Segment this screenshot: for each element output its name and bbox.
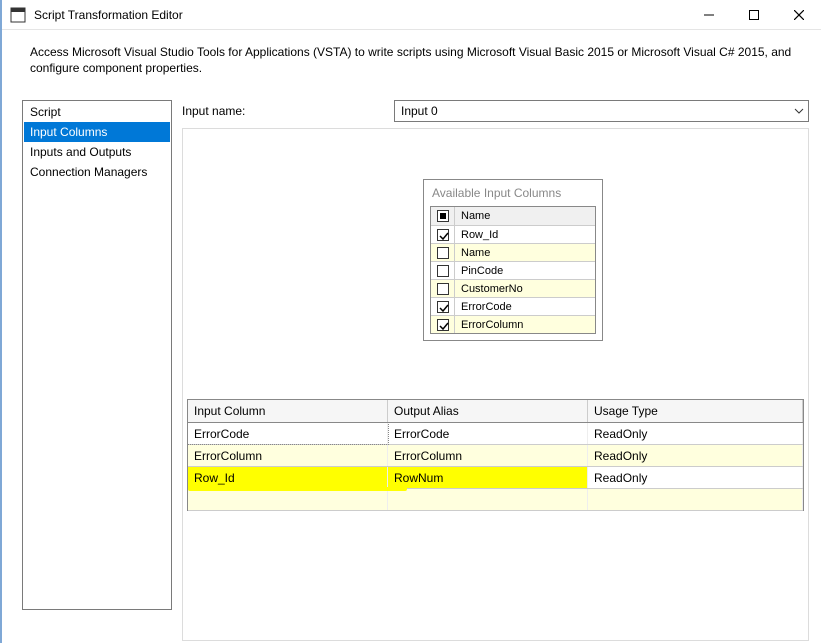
available-column-label: PinCode	[455, 262, 595, 279]
available-columns-title: Available Input Columns	[424, 180, 602, 206]
available-column-label: ErrorColumn	[455, 316, 595, 333]
window-title: Script Transformation Editor	[34, 8, 686, 22]
available-columns-grid: Name Row_Id Name PinCode	[430, 206, 596, 334]
cell-output-alias[interactable]	[388, 489, 588, 510]
input-name-label: Input name:	[182, 104, 394, 118]
nav-panel: Script Input Columns Inputs and Outputs …	[22, 100, 172, 610]
nav-item-script[interactable]: Script	[24, 102, 170, 122]
input-name-value: Input 0	[401, 104, 438, 118]
header-output-alias[interactable]: Output Alias	[388, 400, 588, 422]
cell-usage-type[interactable]: ReadOnly	[588, 467, 803, 488]
header-usage-type[interactable]: Usage Type	[588, 400, 803, 422]
checkbox[interactable]	[437, 229, 449, 241]
table-row-empty[interactable]	[188, 489, 803, 511]
cell-usage-type[interactable]: ReadOnly	[588, 423, 803, 444]
description-text: Access Microsoft Visual Studio Tools for…	[2, 30, 821, 100]
cell-input-column[interactable]: ErrorColumn	[188, 445, 388, 466]
cell-input-column[interactable]: ErrorCode	[188, 423, 388, 444]
nav-item-connection-managers[interactable]: Connection Managers	[24, 162, 170, 182]
selected-columns-table: Input Column Output Alias Usage Type Err…	[187, 399, 804, 511]
cell-usage-type[interactable]	[588, 489, 803, 510]
available-columns-header-row: Name	[431, 207, 595, 225]
available-column-label: ErrorCode	[455, 298, 595, 315]
available-column-row[interactable]: ErrorCode	[431, 297, 595, 315]
titlebar: Script Transformation Editor	[2, 0, 821, 30]
available-column-label: Name	[455, 244, 595, 261]
maximize-button[interactable]	[731, 0, 776, 30]
minimize-button[interactable]	[686, 0, 731, 30]
available-column-row[interactable]: PinCode	[431, 261, 595, 279]
cell-usage-type[interactable]: ReadOnly	[588, 445, 803, 466]
table-row[interactable]: Row_Id RowNum ReadOnly	[188, 467, 803, 489]
checkbox[interactable]	[437, 247, 449, 259]
available-columns-panel: Available Input Columns Name Row_Id	[423, 179, 603, 341]
chevron-down-icon	[794, 106, 804, 117]
input-name-select[interactable]: Input 0	[394, 100, 809, 122]
available-column-row[interactable]: Name	[431, 243, 595, 261]
cell-output-alias[interactable]: ErrorCode	[388, 423, 588, 444]
available-column-label: Row_Id	[455, 226, 595, 243]
nav-item-inputs-outputs[interactable]: Inputs and Outputs	[24, 142, 170, 162]
available-columns-header: Name	[455, 207, 595, 225]
checkbox[interactable]	[437, 283, 449, 295]
cell-input-column[interactable]	[188, 489, 388, 510]
cell-input-column[interactable]: Row_Id	[188, 467, 388, 488]
cell-output-alias[interactable]: RowNum	[388, 467, 588, 488]
available-column-row[interactable]: CustomerNo	[431, 279, 595, 297]
table-row[interactable]: ErrorColumn ErrorColumn ReadOnly	[188, 445, 803, 467]
checkbox[interactable]	[437, 319, 449, 331]
select-all-checkbox[interactable]	[437, 210, 449, 222]
header-input-column[interactable]: Input Column	[188, 400, 388, 422]
checkbox[interactable]	[437, 265, 449, 277]
close-button[interactable]	[776, 0, 821, 30]
available-column-row[interactable]: Row_Id	[431, 225, 595, 243]
nav-item-input-columns[interactable]: Input Columns	[24, 122, 170, 142]
available-column-row[interactable]: ErrorColumn	[431, 315, 595, 333]
checkbox[interactable]	[437, 301, 449, 313]
table-header: Input Column Output Alias Usage Type	[188, 400, 803, 423]
app-icon	[10, 7, 26, 23]
available-column-label: CustomerNo	[455, 280, 595, 297]
table-row[interactable]: ErrorCode ErrorCode ReadOnly	[188, 423, 803, 445]
input-columns-group: Available Input Columns Name Row_Id	[182, 128, 809, 641]
cell-output-alias[interactable]: ErrorColumn	[388, 445, 588, 466]
